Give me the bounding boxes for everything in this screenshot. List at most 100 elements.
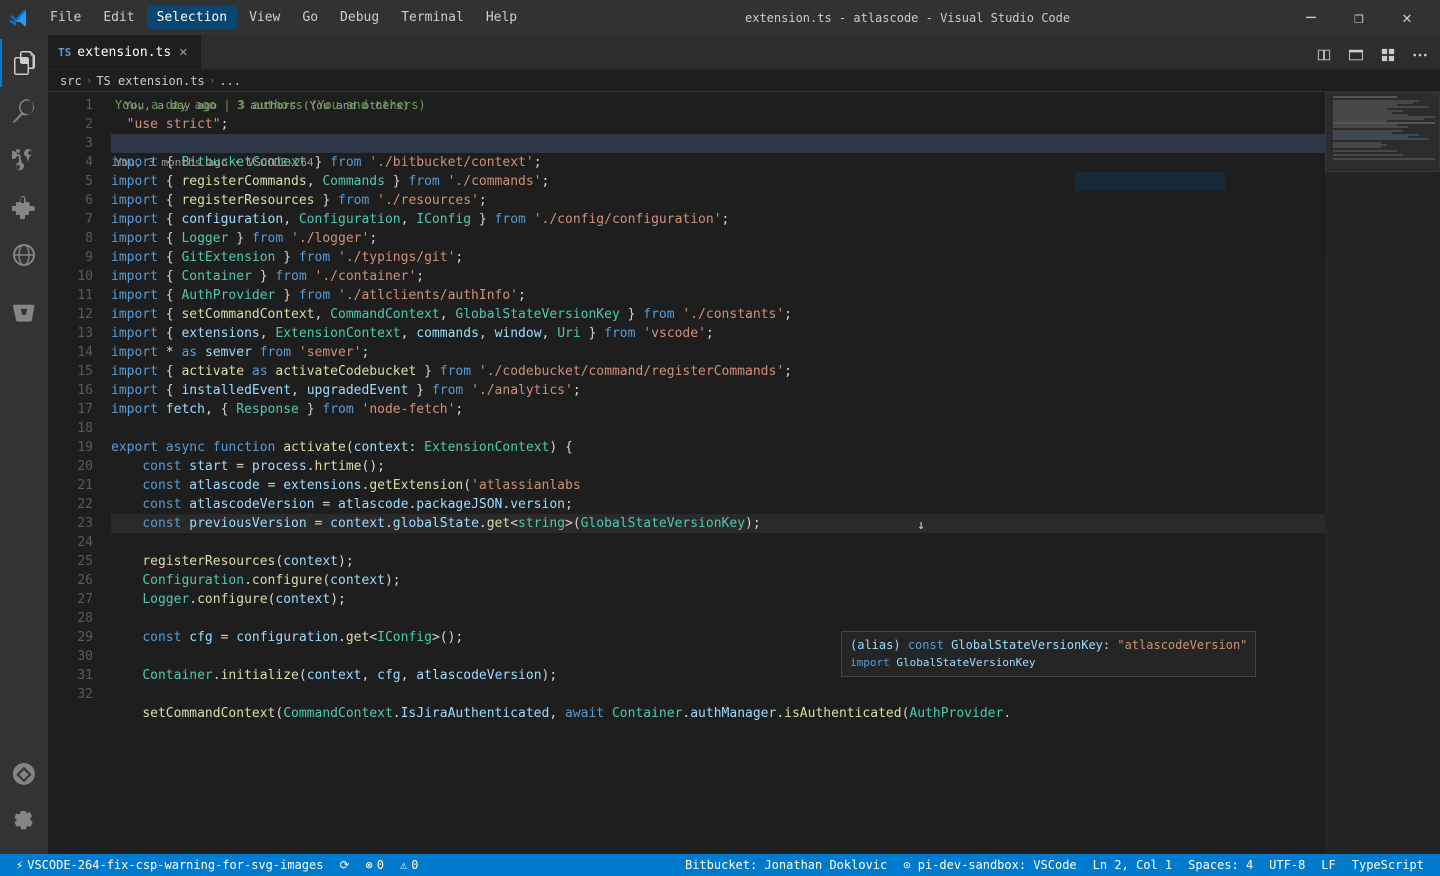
status-right: Bitbucket: Jonathan Doklovic ⊙ pi-dev-sa… <box>677 854 1432 876</box>
tab-icon: TS <box>58 46 71 59</box>
menu-debug[interactable]: Debug <box>330 6 389 29</box>
line-num-28: 28 <box>48 609 93 628</box>
line-num-4: 4 <box>48 153 93 172</box>
main-area: TS extension.ts ✕ src <box>0 35 1440 854</box>
code-line-10: import { AuthProvider } from './atlclien… <box>111 286 1325 305</box>
line-numbers: 1 2 3 4 5 6 7 8 9 10 11 12 13 14 15 16 1… <box>48 92 103 854</box>
status-sync[interactable]: ⟳ <box>331 854 357 876</box>
breadcrumb-file[interactable]: TS extension.ts <box>96 74 204 88</box>
code-line-15: import { installedEvent, upgradedEvent }… <box>111 381 1325 400</box>
code-line-5: import { registerResources } from './res… <box>111 191 1325 210</box>
activity-bottom <box>0 750 48 854</box>
breadcrumb-bar: src › TS extension.ts › ... <box>48 70 1440 92</box>
line-num-1: 1 <box>48 96 93 115</box>
activity-jira-icon[interactable] <box>0 750 48 798</box>
line-num-14: 14 <box>48 343 93 362</box>
code-line-14: import { activate as activateCodebucket … <box>111 362 1325 381</box>
breadcrumb-src[interactable]: src <box>60 74 82 88</box>
code-line-1-code: "use strict"; <box>111 115 1325 134</box>
menu-go[interactable]: Go <box>292 6 328 29</box>
line-num-8: 8 <box>48 229 93 248</box>
code-line-7: import { Logger } from './logger'; <box>111 229 1325 248</box>
code-line-13: import * as semver from 'semver'; <box>111 343 1325 362</box>
split-editor-button[interactable] <box>1310 41 1338 69</box>
status-cursor-pos[interactable]: Ln 2, Col 1 <box>1085 854 1180 876</box>
more-actions-button[interactable] <box>1406 41 1434 69</box>
status-spaces-label: Spaces: 4 <box>1188 858 1253 872</box>
status-branch-label: VSCODE-264-fix-csp-warning-for-svg-image… <box>27 858 323 872</box>
code-line-23 <box>111 533 1325 552</box>
code-editor[interactable]: You, a day ago | 3 authors (You and othe… <box>103 92 1325 854</box>
code-line-9: import { Container } from './container'; <box>111 267 1325 286</box>
status-warnings[interactable]: ⚠ 0 <box>392 854 426 876</box>
menu-file[interactable]: File <box>40 6 91 29</box>
status-bitbucket-label: Bitbucket: Jonathan Doklovic <box>685 858 887 872</box>
error-icon: ⊗ <box>366 858 373 872</box>
line-num-6: 6 <box>48 191 93 210</box>
vscode-logo-icon <box>10 8 30 28</box>
tab-label: extension.ts <box>77 45 171 60</box>
tab-extension-ts[interactable]: TS extension.ts ✕ <box>48 35 201 69</box>
status-eol-label: LF <box>1321 858 1335 872</box>
menu-selection[interactable]: Selection <box>147 6 237 29</box>
code-line-1: You, a day ago | 3 authors (You and othe… <box>111 96 1325 115</box>
status-spaces[interactable]: Spaces: 4 <box>1180 854 1261 876</box>
line-num-32: 32 <box>48 685 93 704</box>
menu-edit[interactable]: Edit <box>93 6 144 29</box>
activity-extensions-icon[interactable] <box>0 183 48 231</box>
status-encoding-label: UTF-8 <box>1269 858 1305 872</box>
code-line-17 <box>111 419 1325 438</box>
sync-icon: ⟳ <box>339 858 349 872</box>
menu-view[interactable]: View <box>239 6 290 29</box>
status-eol[interactable]: LF <box>1313 854 1343 876</box>
minimize-button[interactable]: ─ <box>1288 0 1334 35</box>
title-bar-right: ─ ❐ ✕ <box>1288 0 1430 35</box>
hover-tooltip: (alias) const GlobalStateVersionKey: "at… <box>841 631 1256 677</box>
status-bitbucket[interactable]: Bitbucket: Jonathan Doklovic <box>677 854 895 876</box>
title-bar-left: File Edit Selection View Go Debug Termin… <box>10 6 527 29</box>
code-line-24: registerResources(context); <box>111 552 1325 571</box>
customize-layout-button[interactable] <box>1374 41 1402 69</box>
line-num-11: 11 <box>48 286 93 305</box>
code-line-8: import { GitExtension } from './typings/… <box>111 248 1325 267</box>
status-language-label: TypeScript <box>1352 858 1424 872</box>
activity-search-icon[interactable] <box>0 87 48 135</box>
maximize-button[interactable]: ❐ <box>1336 0 1382 35</box>
activity-bitbucket-icon[interactable] <box>0 289 48 337</box>
status-errors[interactable]: ⊗ 0 <box>358 854 392 876</box>
tab-bar: TS extension.ts ✕ <box>48 35 1440 70</box>
code-line-22: const previousVersion = context.globalSt… <box>111 514 1325 533</box>
activity-git-icon[interactable] <box>0 135 48 183</box>
status-pi-dev[interactable]: ⊙ pi-dev-sandbox: VSCode <box>895 854 1084 876</box>
cursor-arrow-icon: ↓ <box>917 516 925 535</box>
line-num-10: 10 <box>48 267 93 286</box>
hover-import-line: import GlobalStateVersionKey <box>850 654 1247 672</box>
code-line-2: You, 3 months ago • VSCODE-264 <box>111 134 1325 153</box>
menu-help[interactable]: Help <box>476 6 527 29</box>
hover-alias-line: (alias) const GlobalStateVersionKey: "at… <box>850 636 1247 654</box>
line-num-18: 18 <box>48 419 93 438</box>
tab-close-button[interactable]: ✕ <box>177 42 189 62</box>
title-bar: File Edit Selection View Go Debug Termin… <box>0 0 1440 35</box>
breadcrumb-sep-1: › <box>86 74 93 87</box>
status-left: ⚡ VSCODE-264-fix-csp-warning-for-svg-ima… <box>8 854 426 876</box>
toggle-panel-button[interactable] <box>1342 41 1370 69</box>
code-line-20: const atlascode = extensions.getExtensio… <box>111 476 1325 495</box>
activity-explorer-icon[interactable] <box>0 39 48 87</box>
line-num-12: 12 <box>48 305 93 324</box>
status-encoding[interactable]: UTF-8 <box>1261 854 1313 876</box>
status-error-count: 0 <box>377 858 384 872</box>
line-num-16: 16 <box>48 381 93 400</box>
breadcrumb-symbol[interactable]: ... <box>219 74 241 88</box>
activity-settings-icon[interactable] <box>0 798 48 846</box>
menu-terminal[interactable]: Terminal <box>391 6 474 29</box>
code-line-27 <box>111 609 1325 628</box>
close-button[interactable]: ✕ <box>1384 0 1430 35</box>
status-branch[interactable]: ⚡ VSCODE-264-fix-csp-warning-for-svg-ima… <box>8 854 331 876</box>
editor-area: TS extension.ts ✕ src <box>48 35 1440 854</box>
activity-remote-icon[interactable] <box>0 231 48 279</box>
status-language[interactable]: TypeScript <box>1344 854 1432 876</box>
status-warning-count: 0 <box>411 858 418 872</box>
minimap-viewport <box>1325 92 1440 172</box>
line-num-23: 23 <box>48 514 93 533</box>
